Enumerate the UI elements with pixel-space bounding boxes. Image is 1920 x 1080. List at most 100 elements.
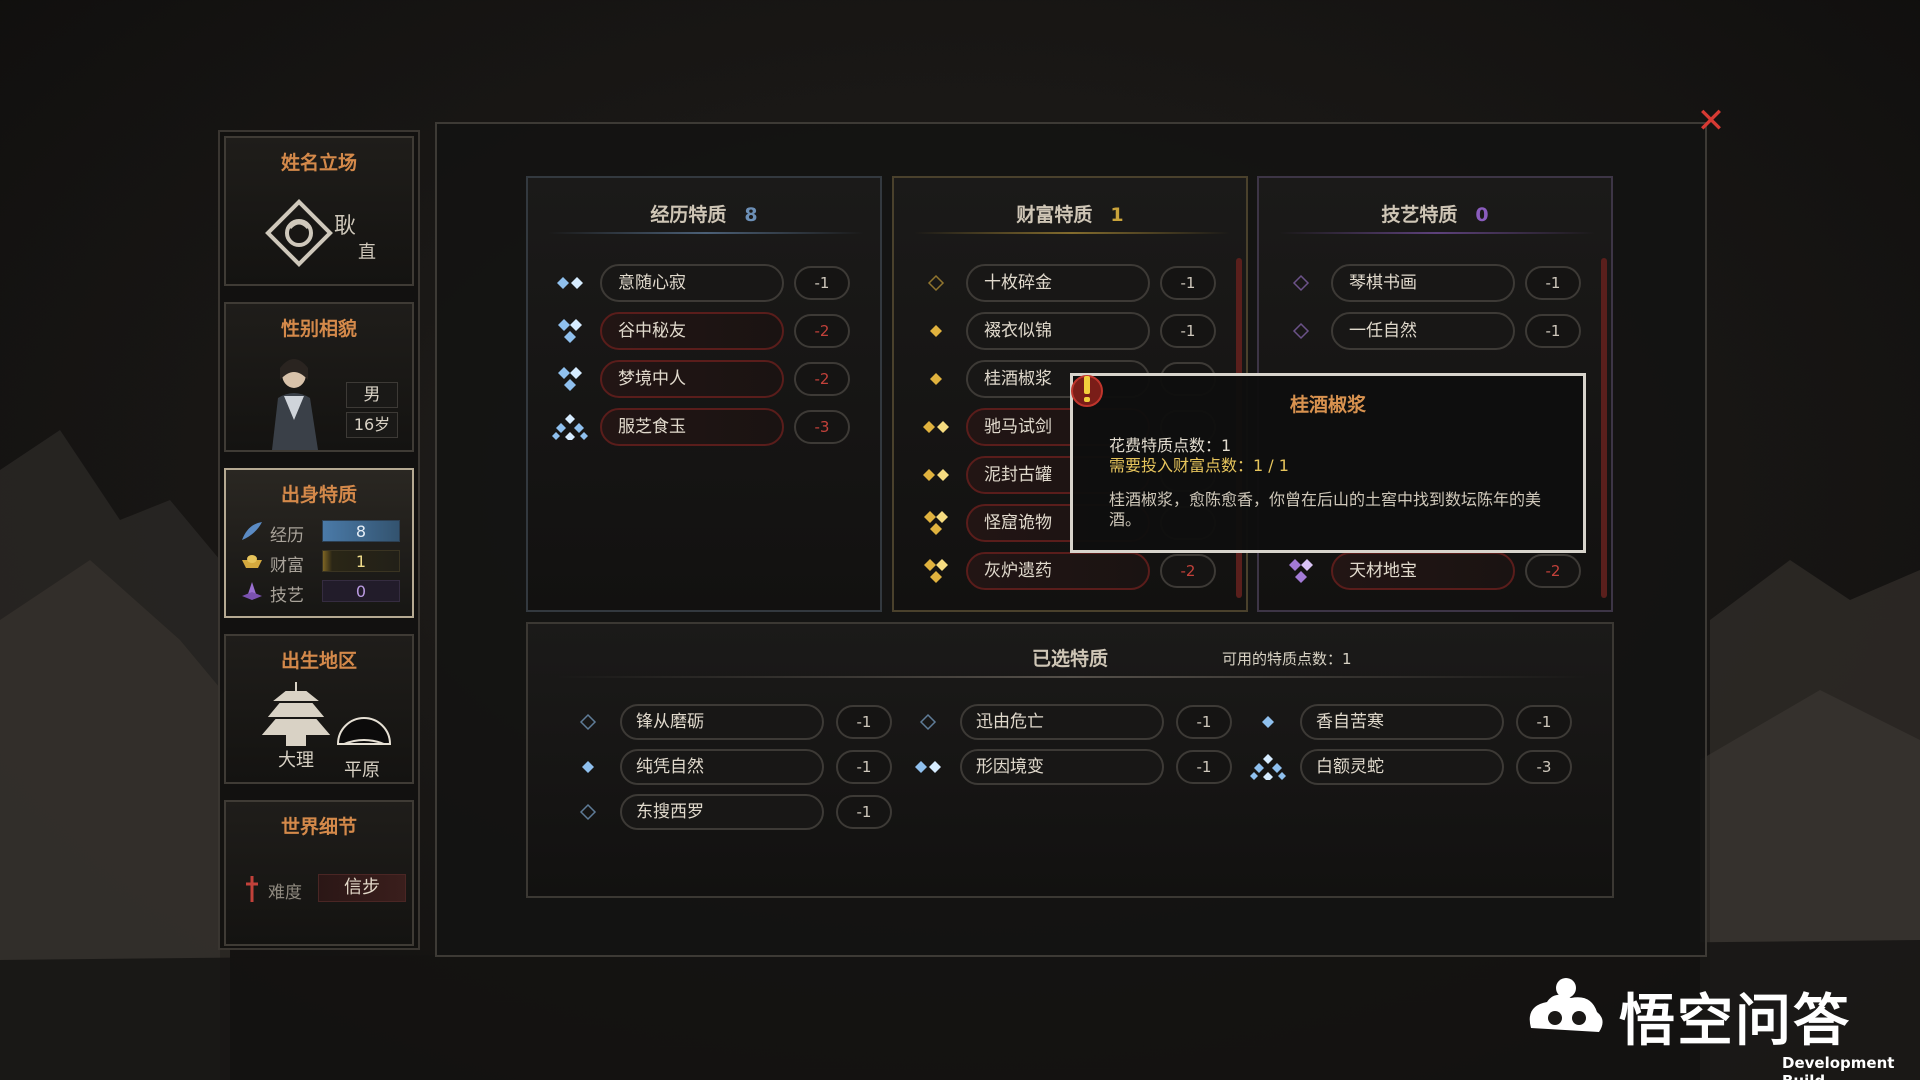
trait-name[interactable]: 意随心寂 xyxy=(600,264,784,302)
column-header: 经历特质 8 xyxy=(528,200,880,227)
trait-name[interactable]: 天材地宝 xyxy=(1331,552,1515,590)
sidebar: 姓名立场 耿 直 性别相貌 男 16岁 出身特质 经历 8 财富 1 技艺 0 … xyxy=(218,130,420,950)
trait-row[interactable]: 裰衣似锦 -1 xyxy=(916,312,1236,350)
blue-gem-icon xyxy=(919,713,937,731)
trait-row[interactable]: 意随心寂 -1 xyxy=(550,264,870,302)
trait-row[interactable]: 梦境中人 -2 xyxy=(550,360,870,398)
tooltip-title: 桂酒椒浆 xyxy=(1289,394,1366,416)
selected-trait-name[interactable]: 锋从磨砺 xyxy=(620,704,824,740)
age-value: 16岁 xyxy=(346,412,398,438)
trait-cost: -3 xyxy=(794,410,850,444)
column-header: 技艺特质 0 xyxy=(1259,200,1611,227)
trait-name[interactable]: 梦境中人 xyxy=(600,360,784,398)
gold-ingot-icon xyxy=(242,555,262,568)
name-stance-card[interactable]: 姓名立场 耿 直 xyxy=(224,136,414,286)
gold-gem-icon xyxy=(924,559,948,583)
stat-value-text: 1 xyxy=(355,552,367,571)
watermark: 悟空问答 xyxy=(1525,968,1905,1054)
trait-cost: -1 xyxy=(1525,266,1581,300)
surname-text: 耿 xyxy=(334,214,357,239)
gender-value: 男 xyxy=(346,382,398,408)
stat-row-skill: 技艺 0 xyxy=(240,580,410,606)
birth-region-card[interactable]: 出生地区 大理 平原 xyxy=(224,634,414,784)
character-portrait xyxy=(272,359,318,450)
stat-label: 经历 xyxy=(270,526,304,546)
available-points-text: 可用的特质点数：1 xyxy=(1222,650,1352,668)
tooltip-need-line: 需要投入财富点数：1 / 1 xyxy=(1109,456,1289,475)
dev-build-label: Development Build xyxy=(1782,1054,1895,1080)
selected-trait[interactable]: 形因境变 -1 xyxy=(908,749,1238,785)
stat-row-experience: 经历 8 xyxy=(240,520,410,546)
gold-gem-icon xyxy=(924,511,948,535)
selected-traits-panel: 已选特质 可用的特质点数：1 锋从磨砺 -1 纯凭自然 -1 东搜西罗 -1 迅由危亡 -1 形… xyxy=(526,622,1614,898)
selected-trait[interactable]: 锋从磨砺 -1 xyxy=(568,704,898,740)
selected-trait-name[interactable]: 纯凭自然 xyxy=(620,749,824,785)
close-icon[interactable]: ✕ xyxy=(1694,104,1728,138)
name-stance-title: 姓名立场 xyxy=(280,152,357,174)
column-points: 1 xyxy=(1110,204,1124,226)
pagoda-icon xyxy=(261,682,331,746)
stat-value-wealth: 1 xyxy=(322,550,400,572)
blue-gem-icon xyxy=(915,761,941,773)
blue-gem-icon xyxy=(558,367,582,391)
gold-gem-icon xyxy=(923,469,949,481)
blue-gem-icon xyxy=(552,414,588,440)
trait-row[interactable]: 一任自然 -1 xyxy=(1281,312,1601,350)
selected-trait[interactable]: 东搜西罗 -1 xyxy=(568,794,898,830)
selected-trait-name[interactable]: 香自苦寒 xyxy=(1300,704,1504,740)
gender-appearance-card[interactable]: 性别相貌 男 16岁 xyxy=(224,302,414,452)
gender-appearance-title: 性别相貌 xyxy=(280,318,357,340)
trait-name[interactable]: 灰炉遗药 xyxy=(966,552,1150,590)
trait-name[interactable]: 十枚碎金 xyxy=(966,264,1150,302)
blue-gem-icon xyxy=(557,277,583,289)
trait-cost: -1 xyxy=(794,266,850,300)
trait-row[interactable]: 灰炉遗药 -2 xyxy=(916,552,1236,590)
trait-row[interactable]: 十枚碎金 -1 xyxy=(916,264,1236,302)
trait-cost: -2 xyxy=(794,314,850,348)
trait-cost: -1 xyxy=(1160,314,1216,348)
origin-traits-card[interactable]: 出身特质 经历 8 财富 1 技艺 0 xyxy=(224,468,414,618)
trait-name[interactable]: 裰衣似锦 xyxy=(966,312,1150,350)
stat-label: 财富 xyxy=(270,556,304,576)
birth-region-title: 出生地区 xyxy=(280,650,357,672)
selected-trait-name[interactable]: 形因境变 xyxy=(960,749,1164,785)
selected-trait-cost: -1 xyxy=(836,705,892,739)
column-divider xyxy=(1279,232,1595,234)
column-points: 0 xyxy=(1475,204,1489,226)
trait-row[interactable]: 琴棋书画 -1 xyxy=(1281,264,1601,302)
selected-trait[interactable]: 纯凭自然 -1 xyxy=(568,749,898,785)
selected-trait[interactable]: 白额灵蛇 -3 xyxy=(1248,749,1578,785)
column-scrollbar[interactable] xyxy=(1601,258,1607,598)
trait-row[interactable]: 谷中秘友 -2 xyxy=(550,312,870,350)
selected-trait-cost: -1 xyxy=(836,750,892,784)
world-details-card[interactable]: 世界细节 难度 信步 xyxy=(224,800,414,946)
trait-row[interactable]: 天材地宝 -2 xyxy=(1281,552,1601,590)
selected-trait-cost: -3 xyxy=(1516,750,1572,784)
selected-trait-cost: -1 xyxy=(1516,705,1572,739)
city-name: 大理 xyxy=(278,750,314,771)
selected-trait-name[interactable]: 东搜西罗 xyxy=(620,794,824,830)
column-divider xyxy=(548,232,864,234)
trait-row[interactable]: 服芝食玉 -3 xyxy=(550,408,870,446)
selected-trait-cost: -1 xyxy=(836,795,892,829)
trait-name[interactable]: 一任自然 xyxy=(1331,312,1515,350)
stance-emblem-icon xyxy=(265,199,333,267)
column-header: 财富特质 1 xyxy=(894,200,1246,227)
selected-trait-name[interactable]: 白额灵蛇 xyxy=(1300,749,1504,785)
trait-name[interactable]: 琴棋书画 xyxy=(1331,264,1515,302)
trait-name[interactable]: 谷中秘友 xyxy=(600,312,784,350)
purple-gem-icon xyxy=(1289,559,1313,583)
selected-trait-name[interactable]: 迅由危亡 xyxy=(960,704,1164,740)
difficulty-label: 难度 xyxy=(268,883,302,903)
difficulty-value[interactable]: 信步 xyxy=(318,874,406,902)
selected-trait-cost: -1 xyxy=(1176,750,1232,784)
trait-cost: -2 xyxy=(794,362,850,396)
selected-trait[interactable]: 香自苦寒 -1 xyxy=(1248,704,1578,740)
stat-value-skill: 0 xyxy=(322,580,400,602)
selected-trait-cost: -1 xyxy=(1176,705,1232,739)
blue-gem-icon xyxy=(579,713,597,731)
selected-trait[interactable]: 迅由危亡 -1 xyxy=(908,704,1238,740)
trait-name[interactable]: 服芝食玉 xyxy=(600,408,784,446)
purple-gem-icon xyxy=(1292,322,1310,340)
world-details-title: 世界细节 xyxy=(280,816,357,838)
